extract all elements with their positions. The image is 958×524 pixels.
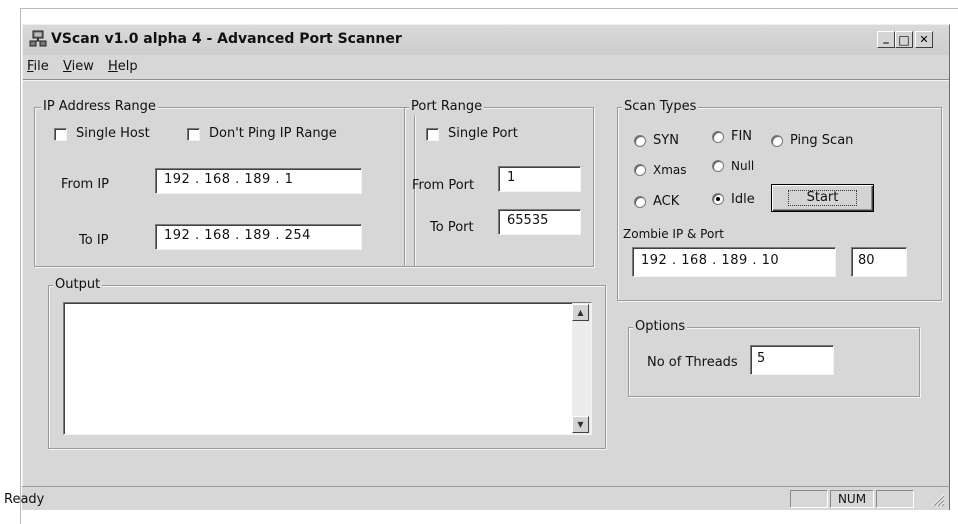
ping-scan-radio[interactable] [771,135,783,147]
port-range-group: Port Range Single Port From Port 1 To Po… [404,99,594,267]
idle-radio-selected-dot [716,197,720,201]
from-ip-field[interactable]: 192 . 168 . 189 . 1 [155,168,362,194]
resize-grip-icon[interactable] [931,493,945,507]
syn-radio[interactable] [634,135,646,147]
status-panel-num: NUM [830,490,874,508]
port-range-group-label: Port Range [409,99,485,115]
zombie-port-field[interactable]: 80 [851,247,907,277]
from-port-label: From Port [412,178,475,193]
to-ip-field[interactable]: 192 . 168 . 189 . 254 [155,224,362,250]
xmas-radio[interactable] [634,164,646,176]
scroll-down-icon: ▼ [577,420,584,429]
single-host-label: Single Host [76,126,150,141]
menu-bar: File View Help [23,55,949,77]
start-button-label: Start [787,190,858,206]
zombie-ip-field[interactable]: 192 . 168 . 189 . 10 [632,247,836,277]
threads-label: No of Threads [647,355,738,370]
zombie-label: Zombie IP & Port [623,227,724,241]
fin-radio[interactable] [712,131,724,143]
scan-types-group: Scan Types SYN FIN Ping Scan Xmas Null A… [617,99,942,301]
to-port-label: To Port [430,220,474,235]
status-bar: Ready NUM [4,486,950,510]
menu-file[interactable]: File [27,59,49,74]
status-panel-caps [790,490,828,508]
dont-ping-checkbox[interactable] [187,128,200,141]
options-group: Options No of Threads 5 [628,319,920,397]
single-host-checkbox[interactable] [54,128,67,141]
dont-ping-label: Don't Ping IP Range [209,126,337,141]
idle-label: Idle [731,192,755,207]
menu-separator [23,79,949,81]
ack-radio[interactable] [634,196,646,208]
output-textarea[interactable]: ▲ ▼ [63,302,592,435]
syn-label: SYN [653,133,679,148]
null-label: Null [731,159,755,173]
minimize-button[interactable]: _ [877,31,895,48]
maximize-button[interactable]: □ [895,31,913,48]
fin-label: FIN [731,129,753,144]
app-window: VScan v1.0 alpha 4 - Advanced Port Scann… [22,24,950,486]
from-port-field[interactable]: 1 [498,166,581,192]
frame-left-line [20,8,21,524]
from-ip-label: From IP [61,177,110,192]
scroll-up-icon: ▲ [577,308,584,317]
maximize-icon: □ [898,32,910,47]
ack-label: ACK [653,194,680,209]
threads-field[interactable]: 5 [750,345,834,375]
output-group: Output ▲ ▼ [48,277,606,449]
single-port-label: Single Port [448,126,518,141]
close-icon: ✕ [919,33,929,46]
start-button[interactable]: Start [771,184,874,212]
to-ip-label: To IP [79,233,109,248]
network-app-icon [29,30,47,47]
menu-view[interactable]: View [63,59,94,74]
ip-range-group-label: IP Address Range [41,99,158,115]
scan-types-group-label: Scan Types [622,99,699,115]
ip-range-group: IP Address Range Single Host Don't Ping … [34,99,415,267]
title-bar[interactable]: VScan v1.0 alpha 4 - Advanced Port Scann… [23,25,949,55]
close-button[interactable]: ✕ [915,31,933,48]
scroll-up-button[interactable]: ▲ [572,304,589,321]
ping-scan-label: Ping Scan [790,133,854,148]
idle-radio[interactable] [712,193,724,205]
null-radio[interactable] [712,160,724,172]
single-port-checkbox[interactable] [426,128,439,141]
status-text: Ready [4,492,45,507]
window-title: VScan v1.0 alpha 4 - Advanced Port Scann… [51,31,402,47]
options-group-label: Options [633,319,688,335]
menu-help[interactable]: Help [108,59,138,74]
minimize-icon: _ [883,31,889,44]
xmas-label: Xmas [653,163,687,177]
frame-top-line [20,8,958,9]
output-group-label: Output [53,277,103,293]
scroll-down-button[interactable]: ▼ [572,416,589,433]
status-panel-scroll [876,490,914,508]
to-port-field[interactable]: 65535 [498,209,581,235]
output-scrollbar[interactable]: ▲ ▼ [572,303,591,434]
